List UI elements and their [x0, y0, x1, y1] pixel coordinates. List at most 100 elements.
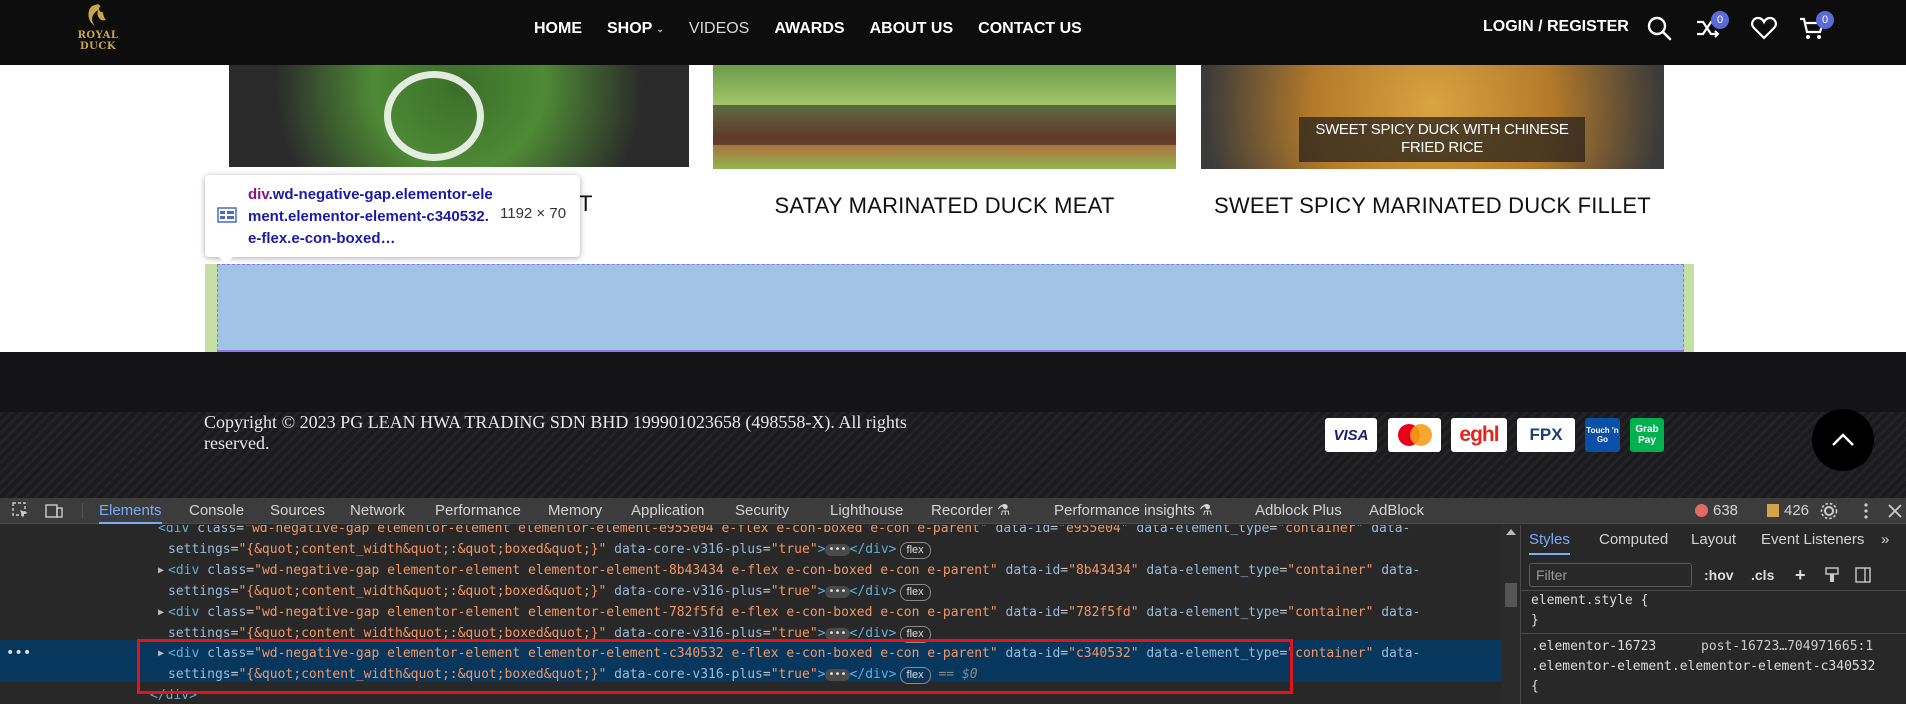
rule-selector-2[interactable]: .elementor-element.elementor-element-c34… [1531, 659, 1875, 674]
node-2-data-id: 8b43434 [1075, 563, 1131, 578]
devtools-panel: Elements Console Sources Network Perform… [0, 498, 1906, 704]
node-1-data-id: e955e04 [1065, 525, 1121, 536]
nav-awards[interactable]: AWARDS [774, 20, 844, 38]
flask-icon: ⚗ [996, 502, 1011, 519]
tab-adblock[interactable]: AdBlock [1369, 498, 1424, 524]
flex-badge[interactable]: flex [899, 584, 931, 601]
nav-contact-label: CONTACT US [978, 20, 1082, 37]
new-rule-icon[interactable]: + [1795, 563, 1806, 587]
class-toggle[interactable]: .cls [1751, 563, 1774, 587]
class-prefix: wd-negative-gap elementor-element elemen… [251, 525, 659, 536]
dom-node-1[interactable]: <div class="wd-negative-gap elementor-el… [0, 525, 1502, 539]
warning-count[interactable]: 426 [1767, 498, 1809, 524]
rule-selector-1[interactable]: .elementor-16723 [1531, 639, 1656, 654]
fpx-logo: FPX [1517, 418, 1575, 452]
expand-triangle-icon[interactable]: ▶ [158, 602, 164, 623]
tab-recorder[interactable]: Recorder ⚗ [931, 498, 1010, 524]
error-count-value: 638 [1713, 502, 1739, 519]
gear-icon[interactable] [1820, 502, 1838, 520]
nav-home[interactable]: HOME [534, 20, 582, 38]
scroll-up-arrow-icon[interactable] [1506, 529, 1516, 535]
flex-badge[interactable]: flex [899, 542, 931, 559]
tab-console[interactable]: Console [189, 498, 244, 524]
tab-layout[interactable]: Layout [1691, 525, 1736, 555]
logo-line-2: DUCK [79, 41, 117, 52]
sidebar-toggle-icon[interactable] [1855, 567, 1871, 583]
tab-adblock-plus[interactable]: Adblock Plus [1255, 498, 1342, 524]
heart-icon[interactable] [1750, 14, 1778, 42]
scrollbar-thumb[interactable] [1505, 583, 1517, 607]
nav-videos[interactable]: VIDEOS [689, 20, 749, 38]
device-toolbar-icon[interactable] [45, 502, 63, 520]
tab-application[interactable]: Application [631, 498, 704, 524]
tab-performance-insights[interactable]: Performance insights ⚗ [1054, 498, 1213, 524]
nav-about-us[interactable]: ABOUT US [870, 20, 954, 38]
onion-ring-shape [384, 71, 484, 161]
rule-open-brace: { [1531, 679, 1539, 694]
scroll-to-top-button[interactable] [1812, 409, 1874, 471]
collapsed-ellipsis[interactable]: ••• [825, 544, 850, 556]
rule-source-link[interactable]: post-16723…704971665:1 [1701, 639, 1873, 654]
class-suffix: e-flex e-con-boxed e-con e-parent [723, 605, 990, 620]
tab-recorder-label: Recorder [931, 502, 993, 519]
node-actions-icon[interactable]: ••• [6, 643, 31, 664]
nav-contact-us[interactable]: CONTACT US [978, 20, 1082, 38]
styles-filter-input[interactable]: Filter [1529, 563, 1692, 587]
node-1-id: e955e04 [658, 525, 714, 536]
site-footer: Copyright © 2023 PG LEAN HWA TRADING SDN… [0, 352, 1906, 498]
product-image-1[interactable] [229, 65, 689, 167]
tab-security[interactable]: Security [735, 498, 789, 524]
close-icon[interactable] [1886, 502, 1904, 520]
paint-brush-icon[interactable] [1824, 567, 1840, 583]
nav-about-label: ABOUT US [869, 20, 954, 37]
royal-duck-logo[interactable]: ROYAL DUCK [62, 0, 134, 60]
element-style-rule[interactable]: element.style { [1531, 593, 1648, 608]
page: ROYAL DUCK HOME SHOP ⌄ VIDEOS AWARDS ABOU… [0, 0, 1906, 704]
tab-event-listeners[interactable]: Event Listeners [1761, 525, 1864, 555]
inspected-element-content [217, 264, 1684, 352]
more-options-icon[interactable] [1857, 502, 1875, 520]
visa-logo: VISA [1325, 418, 1377, 452]
tab-computed[interactable]: Computed [1599, 525, 1668, 555]
nav-awards-label: AWARDS [774, 20, 845, 37]
search-icon[interactable] [1645, 14, 1673, 42]
tab-styles[interactable]: Styles [1529, 525, 1570, 555]
dom-node-3[interactable]: ▶ <div class="wd-negative-gap elementor-… [0, 602, 1502, 623]
product-title-1-text: T [579, 191, 593, 216]
collapsed-ellipsis[interactable]: ••• [825, 586, 850, 598]
node-2-id: 8b43434 [668, 563, 724, 578]
product-image-2[interactable] [713, 65, 1176, 169]
dom-node-2-cont: settings="{&quot;content_width&quot;:&qu… [0, 581, 1502, 602]
product-title-2[interactable]: SATAY MARINATED DUCK MEAT [713, 195, 1176, 217]
chevron-down-icon: ⌄ [656, 23, 664, 34]
product-image-3[interactable]: SWEET SPICY DUCK WITH CHINESE FRIED RICE [1201, 65, 1664, 169]
error-count[interactable]: 638 [1695, 498, 1738, 524]
tooltip-classes: .wd-negative-gap.elementor-element.eleme… [248, 186, 493, 247]
inspector-tooltip: div.wd-negative-gap.elementor-element.el… [205, 175, 580, 264]
login-register-link[interactable]: LOGIN / REGISTER [1483, 18, 1629, 36]
dom-node-2[interactable]: ▶ <div class="wd-negative-gap elementor-… [0, 560, 1502, 581]
node-3-id: 782f5fd [668, 605, 724, 620]
tab-network[interactable]: Network [350, 498, 405, 524]
expand-triangle-icon[interactable]: ▶ [158, 560, 164, 581]
class-prefix: wd-negative-gap elementor-element elemen… [261, 605, 669, 620]
tab-performance[interactable]: Performance [435, 498, 521, 524]
settings-value: {&quot;content_width&quot;:&quot;boxed&q… [246, 584, 599, 599]
tab-memory[interactable]: Memory [548, 498, 602, 524]
tooltip-size: 1192 × 70 [500, 205, 567, 222]
touch-n-go-logo: Touch 'n Go [1585, 418, 1620, 452]
copyright-text: Copyright © 2023 PG LEAN HWA TRADING SDN… [204, 412, 907, 453]
tab-sources[interactable]: Sources [270, 498, 325, 524]
flex-container-icon [217, 207, 237, 223]
rule-divider [1521, 633, 1906, 634]
tab-elements[interactable]: Elements [99, 498, 162, 524]
more-tabs-icon[interactable]: » [1881, 525, 1889, 555]
hover-state-toggle[interactable]: :hov [1704, 563, 1734, 587]
inspect-element-icon[interactable] [12, 502, 30, 520]
tab-lighthouse[interactable]: Lighthouse [830, 498, 903, 524]
tooltip-selector: div.wd-negative-gap.elementor-element.el… [248, 184, 493, 250]
tab-performance-insights-label: Performance insights [1054, 502, 1195, 519]
product-title-3[interactable]: SWEET SPICY MARINATED DUCK FILLET [1201, 195, 1664, 217]
nav-shop[interactable]: SHOP ⌄ [607, 20, 664, 38]
elements-scrollbar[interactable] [1502, 525, 1520, 704]
